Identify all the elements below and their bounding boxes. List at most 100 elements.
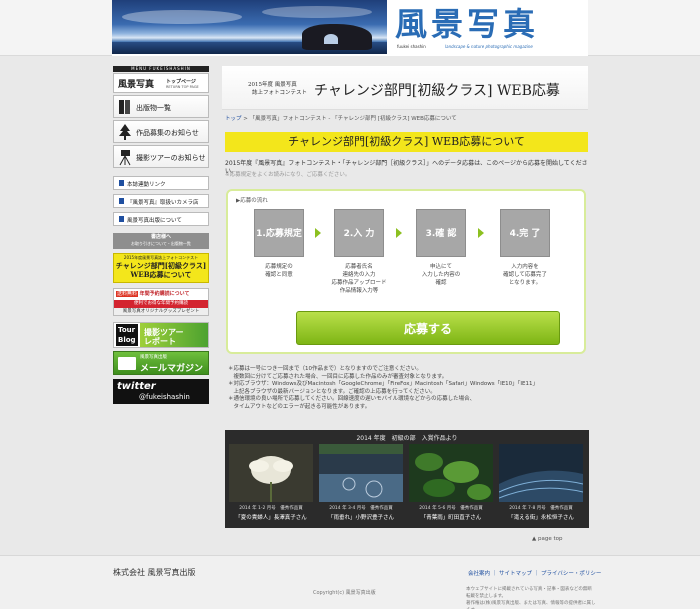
gallery-caption-title: 「夏の貴婦人」長澤真子さん xyxy=(235,515,307,521)
sidebar-home-link[interactable]: 風景写真 トップページ RETURN TOP PAGE xyxy=(113,73,209,93)
sidebar-mail-magazine-banner[interactable]: 風景写真出版 メールマガジン xyxy=(113,351,209,375)
contest-banner-line3: WEB応募について xyxy=(130,270,192,279)
sidebar-home-title: 風景写真 xyxy=(118,80,155,90)
footer-legal-line: 本ウェブサイトに掲載されている写真・記事・図表などの無断転載を禁止します。 xyxy=(466,587,592,599)
sidebar-link-about[interactable]: 風景写真出版について xyxy=(113,212,209,226)
sidebar-home-label: トップページ xyxy=(166,79,196,85)
step-1-box: 1.応募規定 xyxy=(254,209,304,257)
arrow-icon xyxy=(119,180,124,186)
sidebar-item-photo-tour[interactable]: 撮影ツアーのお知らせ xyxy=(113,145,209,168)
step-desc-line: 確認 xyxy=(435,280,447,286)
step-4-description: 入力内容を 確認して応募完了 となります。 xyxy=(485,263,565,287)
twitter-handle: @fukeishashin xyxy=(139,393,190,401)
title-banner: 2015年度 風景写真 誌上フォトコンテスト チャレンジ部門[初級クラス] WE… xyxy=(222,66,588,110)
footer-company-name: 株式会社 風景写真出版 xyxy=(113,568,196,577)
flow-label: ▶応募の流れ xyxy=(236,198,268,204)
footer-copyright: Copyright(c) 風景写真出版 xyxy=(313,590,376,596)
gallery-item[interactable]: 2014 年 1-2 月号 優秀作品賞 「夏の貴婦人」長澤真子さん xyxy=(229,444,313,524)
gallery-item[interactable]: 2014 年 5-6 月号 優秀作品賞 「青葉雨」町田直子さん xyxy=(409,444,493,524)
step-desc-line: 連絡先の入力 xyxy=(342,272,376,278)
arrow-right-icon xyxy=(396,228,402,238)
step-2-description: 応募者氏名 連絡先の入力 応募作品アップロード 作品情報入力等 xyxy=(319,263,399,295)
free-shipping-badge: 送料無料 xyxy=(116,291,139,297)
twitter-logo: twitter xyxy=(117,381,156,392)
arrow-right-icon xyxy=(478,228,484,238)
gallery-item[interactable]: 2014 年 3-4 月号 優秀作品賞 「雨垂れ」小野沢豊子さん xyxy=(319,444,403,524)
gallery-caption-title: 「青葉雨」町田直子さん xyxy=(420,515,482,521)
page: 風景写真 fuukei shashin landscape & nature p… xyxy=(0,0,700,609)
sidebar-contest-banner[interactable]: 2015年度風景写真誌上フォトコンテスト チャレンジ部門[初級クラス] WEB応… xyxy=(113,253,209,283)
gallery-caption-title: 「雨垂れ」小野沢豊子さん xyxy=(327,515,394,521)
step-desc-line: となります。 xyxy=(508,280,542,286)
gallery-caption-issue: 2014 年 3-4 月号 優秀作品賞 xyxy=(329,506,393,511)
sidebar-link-label: 本誌連動リンク xyxy=(127,182,166,188)
notes: ＊応募は一号につき一回まで（10作品まで）となりますのでご注意ください。 複数回… xyxy=(228,366,588,411)
sidebar-menu-bar: MENU FUKEISHASHIN xyxy=(113,66,209,72)
gallery-item[interactable]: 2014 年 7-8 月号 優秀作品賞 「滝える街」永松恒子さん xyxy=(499,444,583,524)
arrow-right-icon xyxy=(315,228,321,238)
gallery-caption-issue: 2014 年 1-2 月号 優秀作品賞 xyxy=(239,506,303,511)
intro-note: ※応募規定をよくお読みになり、ご応募ください。 xyxy=(225,172,351,178)
footer: 株式会社 風景写真出版 会社案内 ｜ サイトマップ ｜ プライバシー・ポリシー … xyxy=(0,555,700,609)
mail-magazine-small: 風景写真出版 xyxy=(140,355,167,360)
apply-button[interactable]: 応募する xyxy=(296,311,560,345)
subscription-title: 年間予約購読について xyxy=(139,291,190,297)
tour-blog-label-line1: 撮影ツアー xyxy=(144,328,184,337)
sidebar-item-label: 撮影ツアーのお知らせ xyxy=(136,154,206,162)
note-line: ＊対応ブラウザ：Windows及びMacintosh「GoogleChrome」… xyxy=(228,381,539,387)
sidebar-link-label: 風景写真出版について xyxy=(127,218,182,224)
step-desc-line: 応募規定の xyxy=(265,264,293,270)
footer-links[interactable]: 会社案内 ｜ サイトマップ ｜ プライバシー・ポリシー xyxy=(468,569,601,577)
note-line: 複数回に分けてご応募された場合、一回目に応募した作品のみが審査対象となります。 xyxy=(228,373,448,380)
gallery-title: 2014 年度 初級の部 入賞作品より xyxy=(356,435,458,442)
mail-magazine-label: メールマガジン xyxy=(140,364,204,374)
camera-tripod-icon xyxy=(119,150,131,166)
footer-legal: 本ウェブサイトに掲載されている写真・記事・図表などの無断転載を禁止します。 著作… xyxy=(466,586,596,609)
logo-tagline: landscape & nature photographic magazine xyxy=(445,44,533,49)
subscription-line3: 風景写真オリジナルグッズプレゼント xyxy=(114,308,208,315)
subscription-banner-heading: 送料無料 年間予約購読について xyxy=(116,291,189,298)
logo-subtitle-romaji: fuukei shashin xyxy=(397,44,426,49)
step-desc-line: 応募者氏名 xyxy=(345,264,373,270)
sidebar-twitter-banner[interactable]: twitter @fukeishashin xyxy=(113,379,209,404)
sidebar-item-label: 作品募集のお知らせ xyxy=(136,129,199,137)
breadcrumb-home-link[interactable]: トップ xyxy=(225,116,242,122)
step-desc-line: 応募作品アップロード xyxy=(331,280,387,286)
bookstore-title: 書店様へ xyxy=(150,234,171,240)
section-heading: チャレンジ部門[初級クラス] WEB応募について xyxy=(225,132,588,152)
gallery-caption-issue: 2014 年 7-8 月号 優秀作品賞 xyxy=(509,506,573,511)
book-icon xyxy=(119,100,130,114)
footer-legal-line: 著作権は(株)風景写真出版、または写真、情報等の提供者に属します。 xyxy=(466,601,596,609)
header-photo-cloud xyxy=(122,10,242,24)
tree-icon xyxy=(119,124,131,140)
sidebar-link-magazine-links[interactable]: 本誌連動リンク xyxy=(113,176,209,190)
gallery-photo-night-street xyxy=(499,444,583,502)
sidebar-item-publications[interactable]: 出版物一覧 xyxy=(113,95,209,118)
sidebar-item-contest-notice[interactable]: 作品募集のお知らせ xyxy=(113,120,209,143)
site-logo[interactable]: 風景写真 fuukei shashin landscape & nature p… xyxy=(395,6,585,50)
step-desc-line: 確認と同意 xyxy=(265,272,293,278)
sidebar-bookstore-banner[interactable]: 書店様へ お取り引きについて・出版物一覧 xyxy=(113,233,209,249)
envelope-icon xyxy=(118,357,136,370)
sidebar-tour-blog-banner[interactable]: Tour Blog 撮影ツアー レポート xyxy=(113,322,209,348)
sidebar-item-label: 出版物一覧 xyxy=(136,104,171,112)
gallery-photo-flower xyxy=(229,444,313,502)
arrow-icon xyxy=(119,216,124,222)
application-flow-box: ▶応募の流れ 1.応募規定 2.入 力 3.確 認 4.完 了 応募規定の 確認… xyxy=(226,189,586,354)
arrow-icon xyxy=(119,198,124,204)
breadcrumb-current: > 「風景写真」フォトコンテスト - 「チャレンジ部門 [初級クラス] WEB応… xyxy=(241,116,457,122)
header-photo-rock-arch xyxy=(324,34,338,44)
sidebar-link-camera-shops[interactable]: 『風景写真』取扱いカメラ店 xyxy=(113,194,209,208)
sidebar-subscription-banner[interactable]: 送料無料 年間予約購読について 便利でお得な年間予約購読 風景写真オリジナルグッ… xyxy=(113,288,209,316)
title-banner-contest: 誌上フォトコンテスト xyxy=(252,90,308,96)
bookstore-sub: お取り引きについて・出版物一覧 xyxy=(131,241,191,246)
page-top-link[interactable]: ▲ page top xyxy=(532,536,562,542)
sidebar-home-sub: RETURN TOP PAGE xyxy=(166,85,199,89)
logo-title: 風景写真 xyxy=(395,5,540,43)
page-title: チャレンジ部門[初級クラス] WEB応募 xyxy=(314,83,560,99)
gallery-photo-green-leaves xyxy=(409,444,493,502)
header-photo-cloud xyxy=(262,6,372,18)
note-line: 上記各ブラウザの最新バージョンとなります。ご確認の上応募を行ってください。 xyxy=(228,388,436,395)
breadcrumb: トップ > 「風景写真」フォトコンテスト - 「チャレンジ部門 [初級クラス] … xyxy=(225,114,457,122)
note-line: ＊応募は一号につき一回まで（10作品まで）となりますのでご注意ください。 xyxy=(228,366,422,372)
